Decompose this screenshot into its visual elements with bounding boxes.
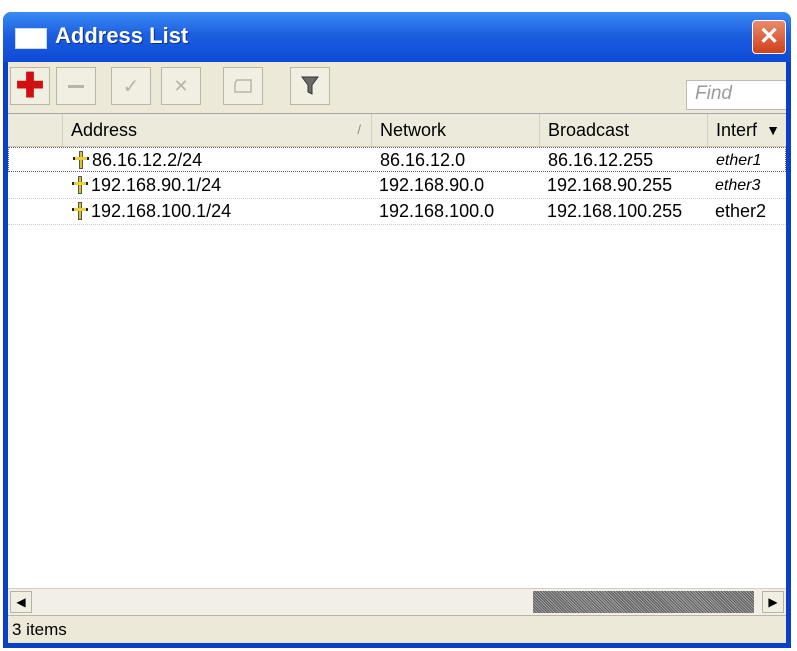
broadcast-cell: 86.16.12.255 (548, 150, 654, 170)
disable-button[interactable]: ✕ (161, 67, 201, 105)
broadcast-cell: 192.168.90.255 (547, 175, 673, 195)
check-icon: ✓ (122, 75, 140, 98)
filter-button[interactable] (290, 67, 330, 105)
title-bar[interactable]: Address List ✕ (3, 12, 791, 62)
cross-icon: ✕ (173, 75, 189, 96)
table-row[interactable]: 192.168.90.1/24 192.168.90.0 192.168.90.… (8, 173, 786, 199)
column-header-network[interactable]: Network (372, 114, 540, 146)
filter-icon (301, 76, 319, 95)
horizontal-scrollbar[interactable]: ◀ ▶ (8, 588, 786, 615)
address-icon (73, 151, 89, 169)
table-row[interactable]: 86.16.12.2/24 86.16.12.0 86.16.12.255 et… (8, 147, 786, 172)
scroll-left-button[interactable]: ◀ (10, 591, 32, 613)
address-table: Address / Network Broadcast Interf ▼ 86.… (8, 113, 786, 589)
add-button[interactable]: ✚ (10, 67, 50, 105)
network-cell: 192.168.100.0 (379, 201, 495, 221)
scrollbar-thumb[interactable] (533, 591, 754, 613)
window-icon (15, 28, 47, 49)
comment-button[interactable] (223, 67, 263, 105)
minus-icon (68, 84, 84, 88)
find-input[interactable]: Find (686, 80, 786, 110)
interface-cell: ether2 (715, 201, 767, 221)
table-header: Address / Network Broadcast Interf ▼ (8, 114, 786, 147)
column-header-flags[interactable] (8, 114, 63, 146)
window-client: ✚ ✓ ✕ Find Address / Network Broadcast I… (8, 62, 786, 643)
address-cell: 192.168.100.1/24 (72, 199, 367, 224)
note-icon (234, 79, 252, 93)
interface-cell: ether3 (715, 177, 761, 194)
interface-cell: ether1 (716, 152, 762, 169)
enable-button[interactable]: ✓ (111, 67, 151, 105)
broadcast-cell: 192.168.100.255 (547, 201, 683, 221)
window-title: Address List (55, 23, 189, 48)
remove-button[interactable] (56, 67, 96, 105)
column-header-broadcast[interactable]: Broadcast (540, 114, 708, 146)
close-button[interactable]: ✕ (752, 20, 786, 54)
plus-icon: ✚ (15, 67, 45, 105)
column-menu-dropdown-icon[interactable]: ▼ (760, 114, 786, 146)
status-bar: 3 items (8, 615, 786, 643)
address-icon (72, 202, 88, 220)
table-row[interactable]: 192.168.100.1/24 192.168.100.0 192.168.1… (8, 199, 786, 225)
column-header-address[interactable]: Address / (63, 114, 372, 146)
column-header-interface[interactable]: Interf (708, 114, 760, 146)
scroll-right-button[interactable]: ▶ (762, 591, 784, 613)
network-cell: 192.168.90.0 (379, 175, 485, 195)
sort-ascending-icon: / (357, 122, 361, 137)
toolbar: ✚ ✓ ✕ Find (8, 62, 786, 113)
address-cell: 86.16.12.2/24 (73, 148, 368, 173)
network-cell: 86.16.12.0 (380, 150, 466, 170)
address-list-window: Address List ✕ ✚ ✓ ✕ Find Address / Netw… (3, 12, 791, 648)
address-icon (72, 176, 88, 194)
address-cell: 192.168.90.1/24 (72, 173, 367, 198)
